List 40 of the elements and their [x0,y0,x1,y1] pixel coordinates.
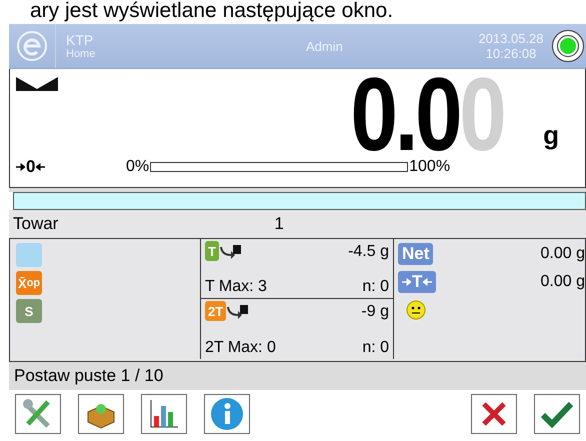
device-title: KTP [66,32,94,48]
info-button[interactable] [204,394,250,434]
tools-button[interactable] [15,394,61,434]
mode-tile: S [16,299,42,323]
net-badge: Net [398,243,434,265]
logo-icon [16,30,48,62]
box-button[interactable] [78,394,124,434]
tare-badge: 2T [205,301,226,321]
bar-max-label: 100% [409,158,450,176]
cancel-icon [480,400,508,428]
tare-count: n: 0 [361,339,389,357]
chart-button[interactable] [141,394,187,434]
ok-button[interactable] [534,394,580,434]
check-icon [540,400,574,428]
tare-badge: T [398,271,436,293]
smiley-icon [406,300,426,320]
zero-indicator: 0 [16,157,126,177]
product-value: 1 [274,214,284,234]
tare-value: 0.00 g [540,273,585,291]
date-text: 2013.05.28 [478,31,544,46]
tare-max: T Max: 3 [205,278,268,296]
time-text: 10:26:08 [486,46,536,61]
tare-count: n: 0 [361,278,389,296]
bar-min-label: 0% [126,158,150,176]
tare-badge: T [205,241,219,261]
screen-name: Home [66,48,96,60]
document-caption: ary jest wyświetlane następujące okno. [29,0,394,24]
product-label: Towar [13,214,58,234]
cancel-button[interactable] [471,394,517,434]
status-message: Postaw puste 1 / 10 [9,362,586,390]
tare-value: -4.5 g [348,243,389,261]
user-name: Admin [306,38,344,54]
info-icon [210,397,244,431]
arrow-to-lo-icon [218,243,241,261]
arrow-to-lo-icon [226,303,248,321]
tare-value: -9 g [361,303,389,321]
net-value: 0.00 g [540,245,585,263]
bar-chart-icon [148,398,180,430]
weight-unit: g [543,120,559,151]
tare-max: 2T Max: 0 [205,339,277,357]
